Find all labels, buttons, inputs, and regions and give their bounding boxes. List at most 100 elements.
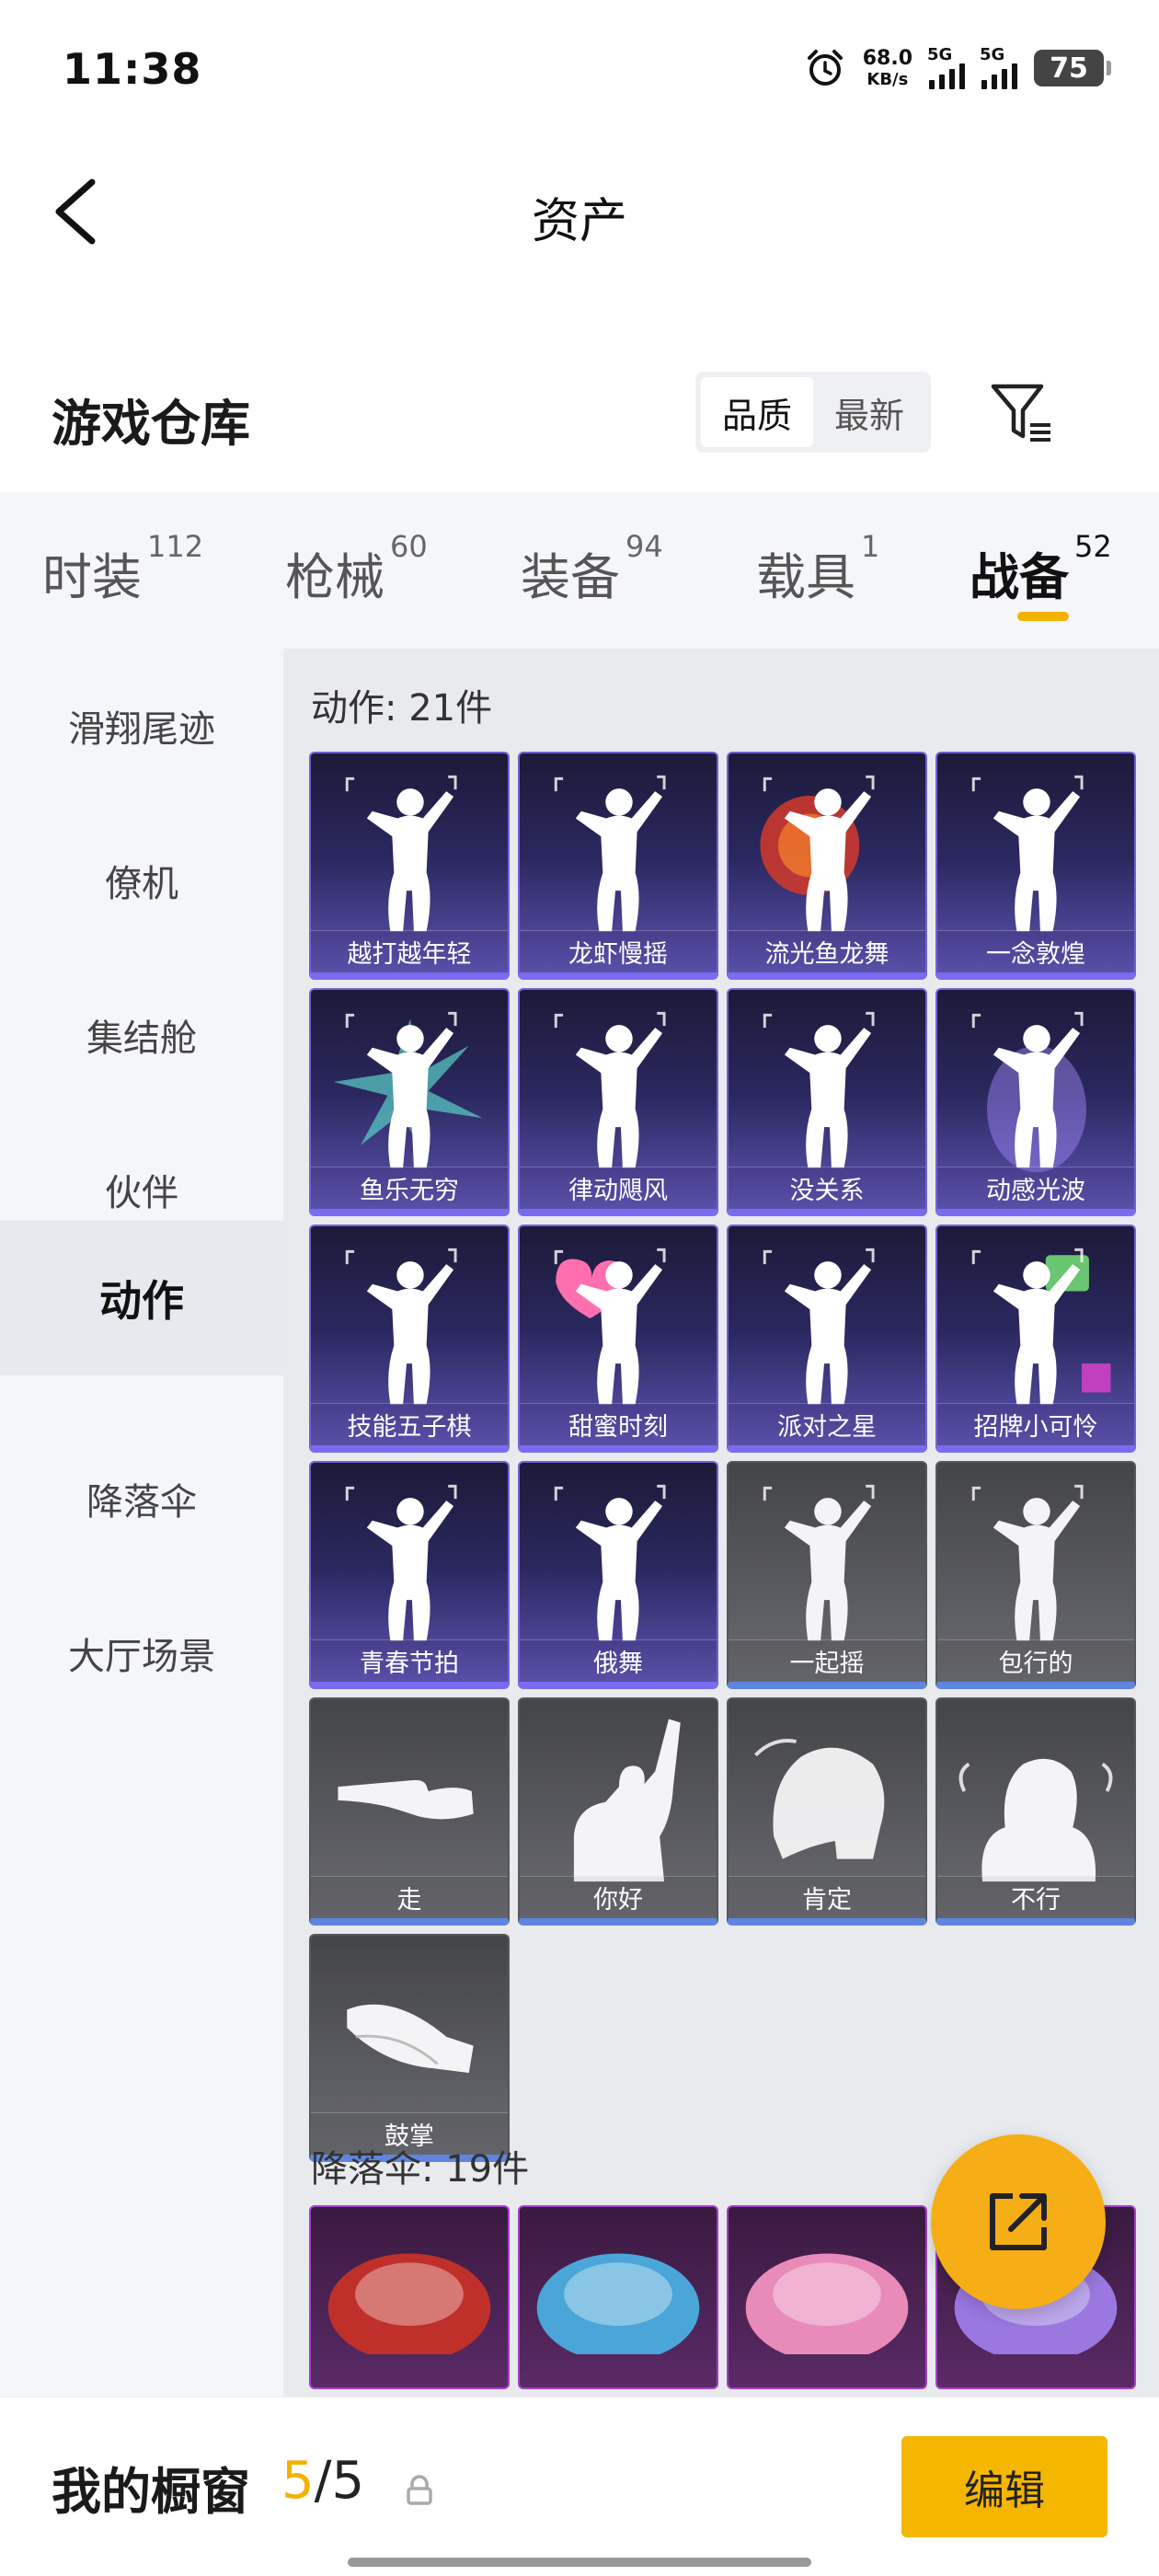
emote-name: 甜蜜时刻 <box>520 1403 717 1445</box>
emote-name: 越打越年轻 <box>311 930 508 972</box>
dancer-figure-icon <box>971 1484 1084 1641</box>
status-bar: 11:38 68.0 KB/s 5G 5G 75 <box>0 0 1159 138</box>
network-speed: 68.0 KB/s <box>862 46 912 88</box>
emote-name: 青春节拍 <box>311 1639 508 1682</box>
dancer-heart-icon <box>554 1248 666 1405</box>
tab-label: 枪械 <box>285 548 384 606</box>
tab-label: 载具 <box>756 548 855 606</box>
emote-card[interactable]: 鼓掌 <box>309 1934 510 2162</box>
dancer-figure-icon <box>345 775 457 932</box>
emote-card[interactable]: 一念敦煌 <box>935 752 1136 980</box>
emote-card[interactable]: 派对之星 <box>727 1225 927 1453</box>
sidebar-item-parachute[interactable]: 降落伞 <box>0 1421 283 1576</box>
emote-card[interactable]: 没关系 <box>727 988 927 1216</box>
emote-card[interactable]: 不行 <box>935 1697 1136 1926</box>
section-title-parachutes: 降落伞: 19件 <box>311 2148 530 2191</box>
emote-name: 一念敦煌 <box>937 930 1134 972</box>
sidebar-item-emotes[interactable]: 动作 <box>0 1221 283 1375</box>
emote-name: 动感光波 <box>937 1167 1134 1209</box>
emote-card[interactable]: 招牌小可怜 <box>935 1225 1136 1453</box>
parachute-red-icon <box>327 2253 491 2354</box>
sidebar-item-lobby-scene[interactable]: 大厅场景 <box>0 1576 283 1731</box>
showcase-count: 5/5 <box>281 2451 364 2511</box>
tab-vehicles[interactable]: 载具1 <box>756 529 879 609</box>
dancer-figure-icon <box>345 1248 457 1405</box>
signal-1-icon: 5G <box>927 45 965 89</box>
dancer-figure-icon <box>554 775 666 932</box>
sort-option-newest[interactable]: 最新 <box>813 377 925 447</box>
emote-card[interactable]: 包行的 <box>935 1461 1136 1689</box>
waving-person-icon <box>573 1719 681 1882</box>
parachute-blue-icon <box>536 2253 700 2354</box>
signal-2-label: 5G <box>980 45 1005 64</box>
showcase-bar: 我的橱窗 5/5 编辑 <box>0 2397 1159 2576</box>
tab-firearms[interactable]: 枪械60 <box>285 529 428 609</box>
emote-name: 流光鱼龙舞 <box>729 930 925 972</box>
emote-card[interactable]: 青春节拍 <box>309 1461 510 1689</box>
parachute-card[interactable] <box>518 2205 718 2389</box>
tab-equipment[interactable]: 装备94 <box>521 529 663 609</box>
tab-count: 1 <box>861 529 880 564</box>
emote-card[interactable]: 鱼乐无穷 <box>309 988 510 1216</box>
showcase-label: 我的橱窗 <box>52 2463 250 2521</box>
emote-card[interactable]: 律动飓风 <box>518 988 718 1216</box>
tab-fashion[interactable]: 时装112 <box>42 529 203 609</box>
showcase-current: 5 <box>281 2451 315 2511</box>
dancer-glow-icon <box>971 1011 1086 1173</box>
network-speed-value: 68.0 <box>862 46 912 70</box>
page-title: 资产 <box>531 194 627 249</box>
category-tabs: 时装112 枪械60 装备94 载具1 战备52 <box>0 492 1159 649</box>
emote-card[interactable]: 走 <box>309 1697 510 1926</box>
sort-option-quality[interactable]: 品质 <box>701 377 813 447</box>
emote-card[interactable]: 技能五子棋 <box>309 1225 510 1453</box>
emote-card[interactable]: 动感光波 <box>935 988 1136 1216</box>
dancer-figure-icon <box>345 1484 457 1641</box>
emote-name: 包行的 <box>937 1639 1134 1682</box>
emote-card[interactable]: 越打越年轻 <box>309 752 510 980</box>
dancer-burst-icon <box>333 1011 483 1168</box>
share-fab-button[interactable] <box>931 2134 1106 2309</box>
tab-count: 94 <box>625 529 663 564</box>
emote-name: 派对之星 <box>729 1403 925 1445</box>
sidebar: 滑翔尾迹 僚机 集结舱 伙伴 动作 降落伞 大厅场景 <box>0 649 283 2397</box>
tab-label: 时装 <box>42 548 142 606</box>
emote-name: 不行 <box>937 1876 1134 1918</box>
emote-card[interactable]: 龙虾慢摇 <box>518 752 718 980</box>
sidebar-item-wingman[interactable]: 僚机 <box>0 803 283 958</box>
emote-name: 招牌小可怜 <box>937 1403 1134 1445</box>
emote-name: 肯定 <box>729 1876 925 1918</box>
dancer-figure-icon <box>763 1011 875 1168</box>
clapping-hands-icon <box>347 2004 474 2074</box>
emote-name: 鱼乐无穷 <box>311 1167 508 1209</box>
tab-count: 112 <box>147 529 204 564</box>
active-tab-indicator <box>1017 612 1069 621</box>
sidebar-item-rally-pod[interactable]: 集结舱 <box>0 958 283 1112</box>
dancer-figure-icon <box>971 775 1084 932</box>
emote-card[interactable]: 肯定 <box>727 1697 927 1926</box>
page-header: 资产 <box>0 138 1159 285</box>
parachute-card[interactable] <box>309 2205 510 2389</box>
tab-battle-prep[interactable]: 战备52 <box>970 529 1112 609</box>
showcase-total: 5 <box>331 2451 365 2511</box>
emote-name: 龙虾慢摇 <box>520 930 717 972</box>
sort-segmented-control: 品质 最新 <box>695 372 931 453</box>
emote-card[interactable]: 甜蜜时刻 <box>518 1225 718 1453</box>
dancer-figure-icon <box>554 1484 666 1641</box>
dancer-figure-icon <box>554 1011 666 1168</box>
parachute-card[interactable] <box>727 2205 927 2389</box>
emote-name: 律动飓风 <box>520 1167 717 1209</box>
emote-card[interactable]: 一起摇 <box>727 1461 927 1689</box>
emote-card[interactable]: 你好 <box>518 1697 718 1926</box>
pointing-hand-icon <box>338 1779 474 1820</box>
warehouse-bar: 游戏仓库 品质 最新 <box>0 359 1159 478</box>
sidebar-item-glide-trail[interactable]: 滑翔尾迹 <box>0 649 283 803</box>
status-time: 11:38 <box>63 44 202 94</box>
emote-card[interactable]: 俄舞 <box>518 1461 718 1689</box>
edit-button[interactable]: 编辑 <box>901 2436 1107 2537</box>
section-title-emotes: 动作: 21件 <box>311 687 493 730</box>
filter-icon[interactable] <box>988 379 1058 449</box>
emote-card[interactable]: 流光鱼龙舞 <box>727 752 927 980</box>
warehouse-title: 游戏仓库 <box>52 395 250 453</box>
emote-name: 你好 <box>520 1876 717 1918</box>
dancer-sign-icon <box>971 1248 1111 1405</box>
